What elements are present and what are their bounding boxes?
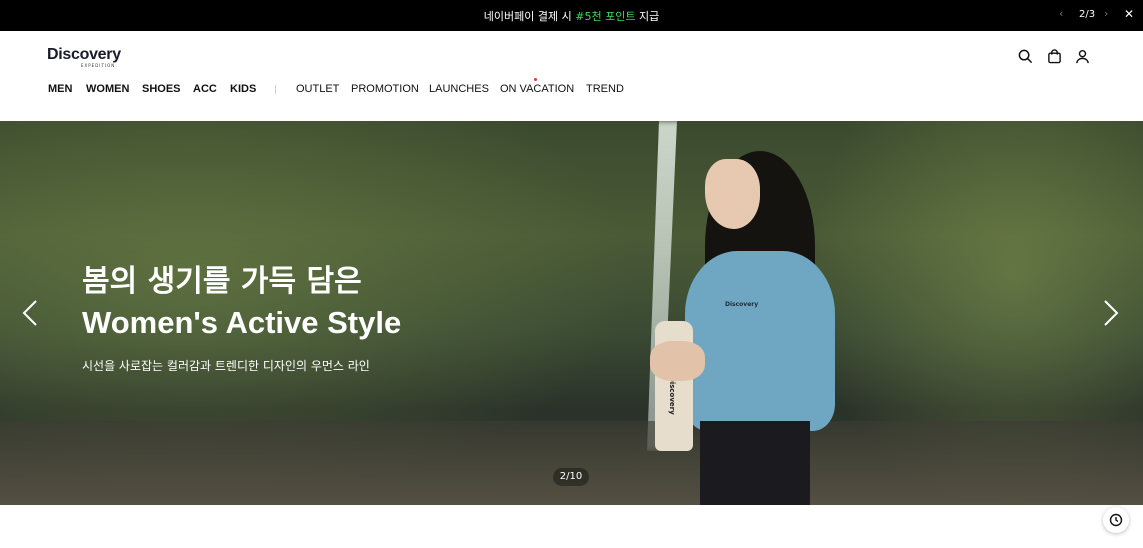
promo-message-prefix: 네이버페이 결제 시	[483, 10, 576, 23]
new-indicator-dot	[534, 78, 537, 81]
search-icon[interactable]	[1018, 49, 1033, 68]
nav-promotion[interactable]: PROMOTION	[351, 83, 419, 95]
hero-title-line2: Women's Active Style	[82, 305, 402, 340]
model-face	[705, 159, 760, 229]
chevron-left-icon[interactable]	[22, 299, 38, 334]
model-pants	[700, 421, 810, 505]
nav-on-vacation[interactable]: ON VACATION	[500, 83, 574, 95]
nav-acc[interactable]: ACC	[193, 83, 217, 95]
hero-subtitle: 시선을 사로잡는 컬러감과 트렌디한 디자인의 우먼스 라인	[82, 359, 370, 373]
model-hand	[650, 341, 705, 381]
promo-bar: 네이버페이 결제 시 #5천 포인트 지급 ‹ 2/3 › ✕	[0, 0, 1143, 31]
promo-pager: 2/3	[1079, 9, 1096, 20]
chevron-right-icon[interactable]	[1103, 299, 1119, 334]
nav-launches[interactable]: LAUNCHES	[429, 83, 489, 95]
model-image: Discovery Discovery	[650, 141, 850, 505]
nav-trend[interactable]: TREND	[586, 83, 624, 95]
nav-kids[interactable]: KIDS	[230, 83, 256, 95]
user-icon[interactable]	[1075, 49, 1090, 68]
nav-divider	[275, 85, 276, 94]
stream-water	[0, 421, 1143, 505]
logo-wordmark: Discovery	[47, 46, 121, 63]
brand-logo[interactable]: Discovery EXPEDITION	[47, 46, 137, 68]
hero-banner[interactable]: Discovery Discovery 봄의 생기를 가득 담은 Women's…	[0, 121, 1143, 505]
nav-shoes[interactable]: SHOES	[142, 83, 181, 95]
promo-message[interactable]: 네이버페이 결제 시 #5천 포인트 지급	[0, 8, 1143, 24]
nav-men[interactable]: MEN	[48, 83, 72, 95]
bag-icon[interactable]	[1047, 49, 1062, 68]
promo-message-suffix: 지급	[635, 10, 660, 23]
chevron-right-icon[interactable]: ›	[1104, 7, 1108, 20]
bottle-logo: Discovery	[668, 376, 676, 415]
logo-subtext: EXPEDITION	[81, 63, 116, 68]
nav-outlet[interactable]: OUTLET	[296, 83, 339, 95]
site-header: Discovery EXPEDITION MEN WOMEN SHOES ACC…	[0, 31, 1143, 121]
recent-history-button[interactable]	[1103, 507, 1129, 533]
clock-icon	[1109, 513, 1123, 527]
promo-message-highlight: #5천 포인트	[575, 10, 636, 23]
slide-counter: 2/10	[553, 468, 589, 486]
chevron-left-icon[interactable]: ‹	[1059, 7, 1063, 20]
close-icon[interactable]: ✕	[1124, 7, 1134, 21]
nav-women[interactable]: WOMEN	[86, 83, 129, 95]
model-jacket: Discovery	[685, 251, 835, 431]
hero-title-line1: 봄의 생기를 가득 담은	[82, 264, 362, 299]
jacket-logo: Discovery	[725, 301, 759, 308]
